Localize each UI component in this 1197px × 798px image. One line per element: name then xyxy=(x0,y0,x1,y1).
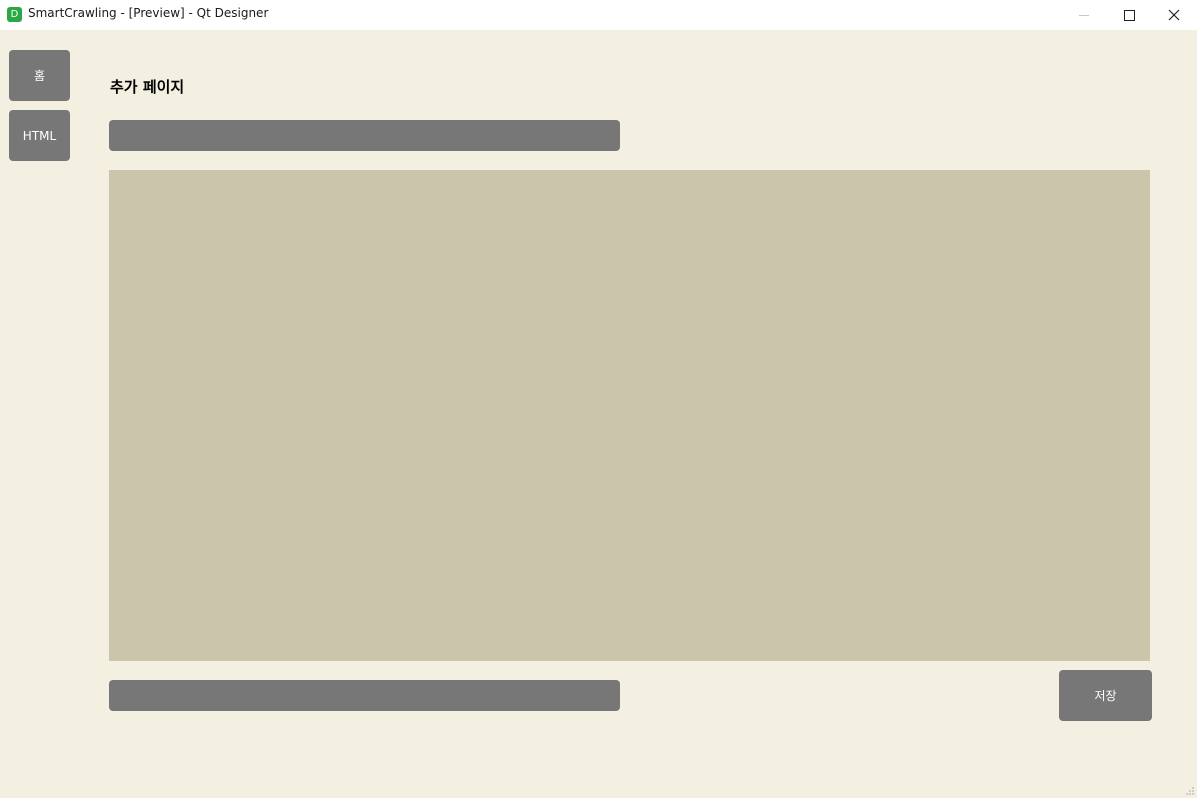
top-line-input[interactable] xyxy=(109,120,620,151)
main-window-content: 홈 HTML 추가 페이지 저장 xyxy=(0,30,1197,798)
html-text-area[interactable] xyxy=(109,170,1150,661)
sidebar-item-html[interactable]: HTML xyxy=(9,110,70,161)
sidebar-item-home[interactable]: 홈 xyxy=(9,50,70,101)
close-icon xyxy=(1168,9,1180,21)
maximize-icon xyxy=(1123,9,1135,21)
qt-designer-app-icon: D xyxy=(7,7,22,22)
minimize-button[interactable] xyxy=(1061,0,1107,30)
page-title: 추가 페이지 xyxy=(110,78,185,96)
close-button[interactable] xyxy=(1151,0,1197,30)
title-bar: D SmartCrawling - [Preview] - Qt Designe… xyxy=(0,0,1197,30)
window-title: SmartCrawling - [Preview] - Qt Designer xyxy=(28,6,269,20)
maximize-button[interactable] xyxy=(1106,0,1152,30)
resize-grip-icon[interactable] xyxy=(1186,787,1194,795)
save-button[interactable]: 저장 xyxy=(1059,670,1152,721)
bottom-line-input[interactable] xyxy=(109,680,620,711)
minimize-icon xyxy=(1079,14,1089,16)
